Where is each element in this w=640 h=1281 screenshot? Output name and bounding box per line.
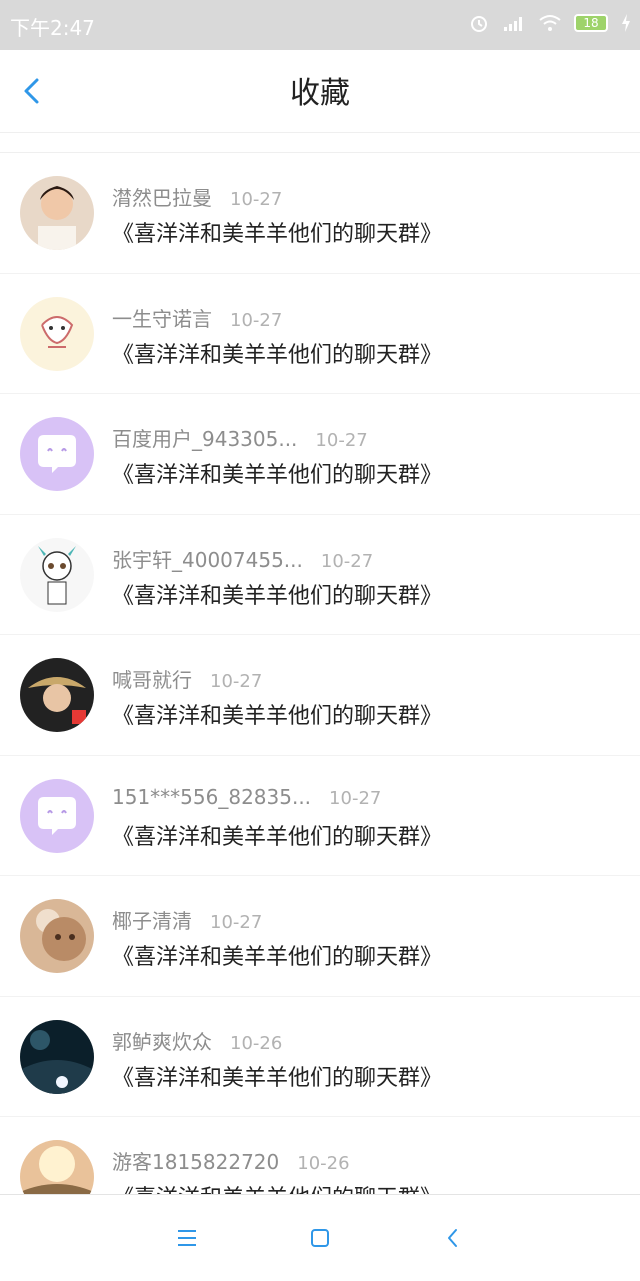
avatar bbox=[20, 1019, 94, 1094]
item-topic: 《喜洋洋和美羊羊他们的聊天群》 bbox=[112, 342, 443, 368]
list-item[interactable]: 游客1815822720 10-26 《喜洋洋和美羊羊他们的聊天群》 bbox=[0, 1117, 640, 1195]
status-bar: 下午2:47 18 bbox=[0, 0, 640, 50]
item-date: 10-27 bbox=[230, 309, 283, 331]
avatar bbox=[20, 176, 94, 250]
item-user: 游客1815822720 10-26 bbox=[112, 1146, 350, 1175]
item-date: 10-26 bbox=[230, 1032, 283, 1054]
list-item[interactable]: 一生守诺言 10-27 《喜洋洋和美羊羊他们的聊天群》 bbox=[0, 274, 640, 394]
item-topic: 《喜洋洋和美羊羊他们的聊天群》 bbox=[112, 824, 443, 850]
battery-icon: 18 bbox=[574, 14, 608, 32]
item-date: 10-27 bbox=[210, 671, 263, 692]
item-date: 10-27 bbox=[315, 430, 368, 451]
item-name: 151***556_82835... bbox=[112, 784, 312, 809]
list-item[interactable]: 郭鲈爽炊众 10-26 《喜洋洋和美羊羊他们的聊天群》 bbox=[0, 997, 640, 1117]
list-item[interactable]: 喊哥就行 10-27 《喜洋洋和美羊羊他们的聊天群》 bbox=[0, 635, 640, 756]
list-item[interactable]: 张宇轩_40007455... 10-27 《喜洋洋和美羊羊他们的聊天群》 bbox=[0, 515, 640, 635]
item-user: 151***556_82835... 10-27 bbox=[112, 785, 381, 809]
list-item[interactable]: 151***556_82835... 10-27 《喜洋洋和美羊羊他们的聊天群》 bbox=[0, 756, 640, 876]
item-name: 潸然巴拉曼 bbox=[112, 186, 212, 210]
list-item[interactable]: 潸然巴拉曼 10-27 《喜洋洋和美羊羊他们的聊天群》 bbox=[0, 153, 640, 274]
item-name: 游客1815822720 bbox=[112, 1150, 280, 1174]
home-button[interactable] bbox=[305, 1223, 335, 1253]
nav-back-icon bbox=[448, 1229, 457, 1247]
item-topic: 《喜洋洋和美羊羊他们的聊天群》 bbox=[112, 945, 443, 970]
item-name: 一生守诺言 bbox=[112, 306, 212, 331]
charging-icon bbox=[622, 14, 630, 32]
item-date: 10-27 bbox=[320, 550, 374, 572]
menu-icon bbox=[178, 1230, 196, 1246]
header: 收藏 bbox=[0, 50, 640, 133]
avatar bbox=[20, 1140, 94, 1195]
item-topic: 《喜洋洋和美羊羊他们的聊天群》 bbox=[112, 1065, 443, 1091]
item-user: 喊哥就行 10-27 bbox=[112, 664, 262, 693]
item-topic: 《喜洋洋和美羊羊他们的聊天群》 bbox=[112, 463, 443, 488]
status-icons: 18 bbox=[468, 12, 632, 34]
item-date: 10-26 bbox=[297, 1153, 350, 1174]
item-user: 张宇轩_40007455... 10-27 bbox=[112, 544, 373, 573]
item-topic: 《喜洋洋和美羊羊他们的聊天群》 bbox=[112, 1180, 442, 1195]
wifi-icon bbox=[539, 15, 561, 31]
nav-back-button[interactable] bbox=[438, 1223, 468, 1253]
menu-button[interactable] bbox=[172, 1223, 202, 1253]
item-topic: 《喜洋洋和美羊羊他们的聊天群》 bbox=[112, 222, 443, 247]
item-name: 百度用户_943305... bbox=[112, 427, 298, 451]
avatar bbox=[20, 658, 94, 732]
item-topic: 《喜洋洋和美羊羊他们的聊天群》 bbox=[112, 704, 443, 729]
item-date: 10-27 bbox=[230, 189, 283, 210]
avatar bbox=[20, 417, 94, 491]
item-topic: 《喜洋洋和美羊羊他们的聊天群》 bbox=[112, 583, 443, 609]
item-user: 百度用户_943305... 10-27 bbox=[112, 423, 368, 452]
item-user: 椰子清清 10-27 bbox=[112, 905, 262, 934]
signal-icon bbox=[504, 17, 522, 31]
item-user: 郭鲈爽炊众 10-26 bbox=[112, 1026, 282, 1055]
page-title: 收藏 bbox=[290, 76, 350, 111]
item-name: 椰子清清 bbox=[112, 909, 192, 933]
item-user: 潸然巴拉曼 10-27 bbox=[112, 182, 282, 211]
status-time: 下午2:47 bbox=[10, 16, 95, 40]
avatar bbox=[20, 899, 94, 973]
system-nav-bar bbox=[0, 1194, 640, 1281]
list-item[interactable]: 百度用户_943305... 10-27 《喜洋洋和美羊羊他们的聊天群》 bbox=[0, 394, 640, 515]
item-name: 郭鲈爽炊众 bbox=[112, 1029, 212, 1054]
avatar bbox=[20, 778, 94, 853]
avatar bbox=[20, 537, 94, 612]
home-icon bbox=[311, 1229, 329, 1247]
favorites-list: 潸然巴拉曼 10-27 《喜洋洋和美羊羊他们的聊天群》 一生守诺言 10-27 《喜… bbox=[0, 152, 640, 1195]
item-date: 10-27 bbox=[329, 787, 382, 809]
item-date: 10-27 bbox=[210, 912, 263, 933]
avatar bbox=[20, 296, 94, 371]
alarm-icon bbox=[471, 16, 487, 32]
item-name: 喊哥就行 bbox=[112, 668, 192, 692]
list-item[interactable]: 椰子清清 10-27 《喜洋洋和美羊羊他们的聊天群》 bbox=[0, 876, 640, 997]
battery-level: 18 bbox=[583, 16, 599, 30]
item-name: 张宇轩_40007455... bbox=[112, 547, 303, 572]
item-user: 一生守诺言 10-27 bbox=[112, 303, 282, 332]
